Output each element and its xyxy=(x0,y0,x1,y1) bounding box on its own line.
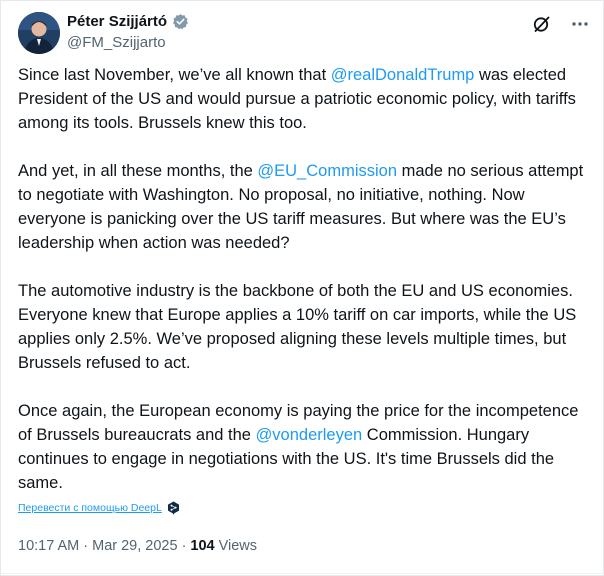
meta-separator: · xyxy=(83,538,89,554)
author-name-row: Péter Szijjártó xyxy=(67,13,189,30)
more-icon[interactable] xyxy=(569,13,591,35)
tweet-text-segment: The automotive industry is the backbone … xyxy=(18,282,577,372)
avatar-image xyxy=(18,12,60,54)
tweet-paragraph: Since last November, we’ve all known tha… xyxy=(18,63,584,135)
divider xyxy=(1,573,604,574)
tweet-paragraph: Once again, the European economy is payi… xyxy=(18,399,584,495)
translate-row: Перевести с помощью DeepL xyxy=(18,501,180,515)
avatar[interactable] xyxy=(18,12,60,54)
tweet-text-segment: And yet, in all these months, the xyxy=(18,162,258,180)
tweet-top-actions xyxy=(531,13,591,35)
translate-link[interactable]: Перевести с помощью DeepL xyxy=(18,502,162,514)
tweet-text: Since last November, we’ve all known tha… xyxy=(18,63,584,495)
tweet-meta: 10:17 AM · Mar 29, 2025 · 104 Views xyxy=(18,538,257,554)
tweet-date[interactable]: Mar 29, 2025 xyxy=(92,538,177,554)
views-count[interactable]: 104 xyxy=(190,538,214,554)
views-label: Views xyxy=(218,538,258,554)
author-handle[interactable]: @FM_Szijjarto xyxy=(67,34,166,51)
tweet-time[interactable]: 10:17 AM xyxy=(18,538,79,554)
meta-separator: · xyxy=(181,538,187,554)
tweet-text-segment: Since last November, we’ve all known tha… xyxy=(18,66,331,84)
verified-badge-icon[interactable] xyxy=(172,13,189,30)
tweet-paragraph: The automotive industry is the backbone … xyxy=(18,279,584,375)
grok-icon[interactable] xyxy=(531,13,553,35)
mention-link[interactable]: @vonderleyen xyxy=(256,426,363,444)
deepl-icon xyxy=(167,501,180,515)
tweet-paragraph: And yet, in all these months, the @EU_Co… xyxy=(18,159,584,255)
mention-link[interactable]: @realDonaldTrump xyxy=(331,66,475,84)
mention-link[interactable]: @EU_Commission xyxy=(257,162,397,180)
tweet-card: Péter Szijjártó @FM_Szijjarto Since last… xyxy=(0,0,604,576)
author-display-name[interactable]: Péter Szijjártó xyxy=(67,13,167,30)
